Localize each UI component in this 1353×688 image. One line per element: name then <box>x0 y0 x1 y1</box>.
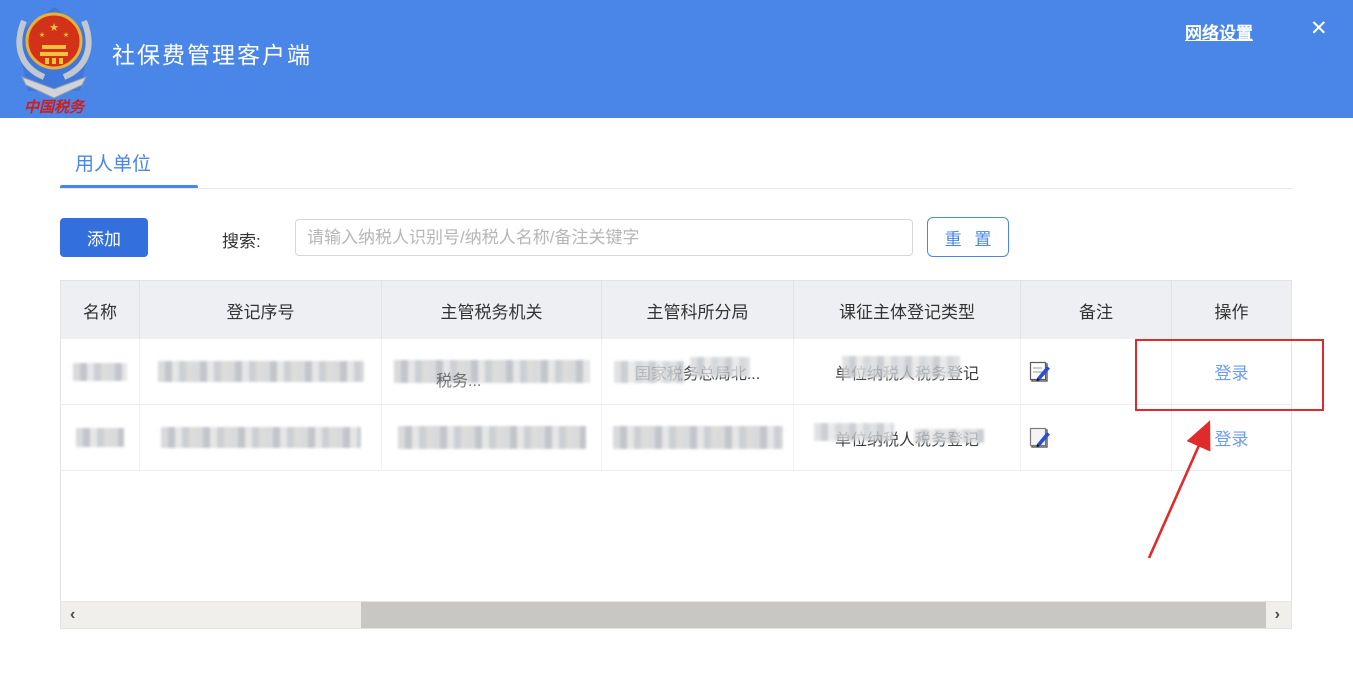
col-header-branch: 主管科所分局 <box>602 281 794 339</box>
china-tax-logo-icon: ★ ★ ★ 中国税务 <box>14 5 94 115</box>
app-title: 社保费管理客户端 <box>112 36 312 70</box>
highlight-rectangle <box>1135 339 1324 411</box>
tax-authority-fragment: 税务... <box>436 367 481 391</box>
redaction-patch <box>814 423 894 441</box>
search-label: 搜索: <box>222 227 261 252</box>
table-header-row: 名称 登记序号 主管税务机关 主管科所分局 课征主体登记类型 备注 操作 <box>61 281 1291 339</box>
scroll-right-icon[interactable]: › <box>1275 604 1280 626</box>
table-row: 税务... 国家税务总局北... 单位纳税人税务登记 登录 <box>61 339 1291 405</box>
col-header-action: 操作 <box>1172 281 1291 339</box>
redacted-tax-authority <box>394 360 590 383</box>
redacted-branch <box>613 426 783 449</box>
redaction-patch <box>842 356 960 378</box>
table-row: 单位纳税人税务登记 登录 <box>61 405 1291 471</box>
redaction-patch <box>614 361 684 383</box>
col-header-tax-authority: 主管税务机关 <box>382 281 602 339</box>
col-header-name: 名称 <box>61 281 140 339</box>
redacted-name <box>76 428 124 447</box>
network-settings-link[interactable]: 网络设置 <box>1185 19 1253 44</box>
svg-text:★: ★ <box>39 31 45 39</box>
reset-button[interactable]: 重 置 <box>927 217 1009 257</box>
svg-text:★: ★ <box>63 31 69 39</box>
redaction-patch <box>690 357 750 377</box>
app-header: ★ ★ ★ 中国税务 社保费管理客户端 网络设置 ✕ <box>0 0 1353 118</box>
search-input[interactable] <box>295 219 913 256</box>
svg-text:★: ★ <box>49 22 59 34</box>
employer-table: 名称 登记序号 主管税务机关 主管科所分局 课征主体登记类型 备注 操作 税务.… <box>60 280 1292 629</box>
logo-text: 中国税务 <box>24 99 86 115</box>
login-link[interactable]: 登录 <box>1215 425 1249 450</box>
redacted-registration-no <box>158 361 364 382</box>
col-header-registration-no: 登记序号 <box>140 281 382 339</box>
tab-employer[interactable]: 用人单位 <box>75 149 151 176</box>
edit-note-icon[interactable] <box>1029 360 1053 384</box>
close-icon[interactable]: ✕ <box>1310 16 1328 41</box>
add-button[interactable]: 添加 <box>60 218 148 257</box>
horizontal-scrollbar[interactable]: ‹ › <box>61 601 1291 628</box>
col-header-remark: 备注 <box>1021 281 1172 339</box>
redacted-name <box>73 363 127 381</box>
redacted-tax-authority <box>398 426 586 449</box>
tab-bar-divider <box>60 188 1292 189</box>
scroll-left-icon[interactable]: ‹ <box>70 604 75 626</box>
col-header-registration-type: 课征主体登记类型 <box>794 281 1021 339</box>
redacted-registration-no <box>161 427 361 448</box>
scrollbar-thumb[interactable] <box>361 602 1266 628</box>
edit-note-icon[interactable] <box>1029 426 1053 450</box>
redaction-patch <box>914 429 984 443</box>
